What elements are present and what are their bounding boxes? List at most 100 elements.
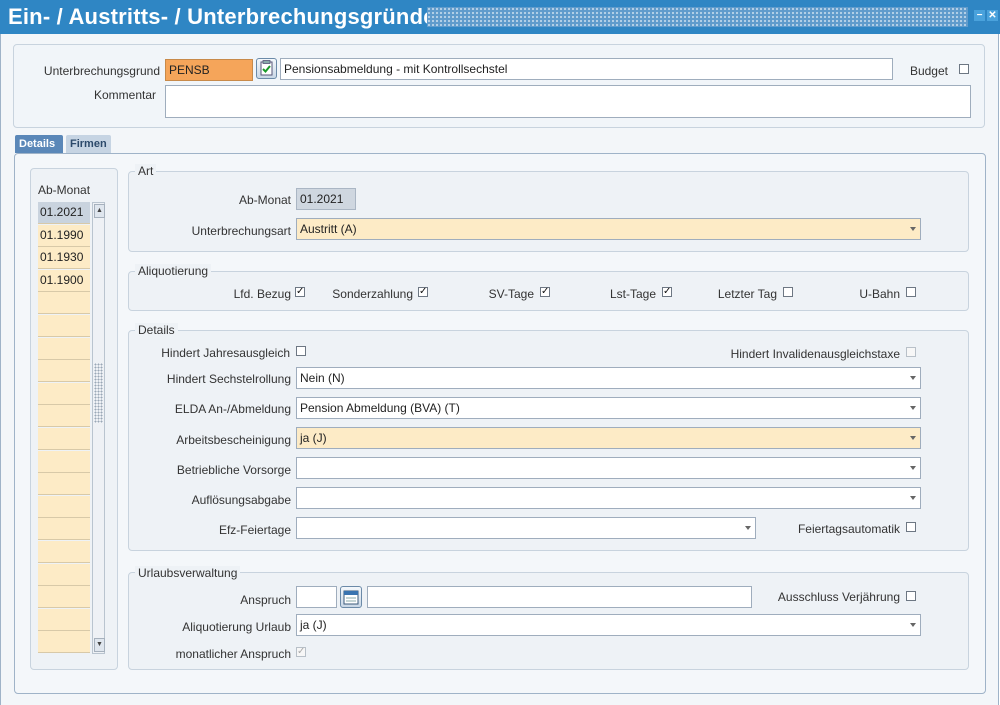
list-item[interactable] — [38, 292, 90, 315]
budget-checkbox[interactable] — [959, 64, 969, 74]
ab-monat-list-header: Ab-Monat — [38, 183, 91, 197]
list-item[interactable]: 01.1900 — [38, 269, 90, 292]
lst-tage-checkbox[interactable]: ✓ — [662, 287, 672, 297]
lfd-bezug-label: Lfd. Bezug — [233, 287, 291, 301]
urlaub-group-title: Urlaubsverwaltung — [135, 566, 241, 580]
list-item[interactable] — [38, 495, 90, 518]
aliquotierung-urlaub-select[interactable]: ja (J) — [296, 614, 921, 636]
unterbrechungsgrund-label: Unterbrechungsgrund — [43, 64, 160, 78]
list-item[interactable] — [38, 631, 90, 654]
list-item[interactable] — [38, 315, 90, 337]
aliquotierung-group-title: Aliquotierung — [135, 264, 212, 278]
unterbrechungsart-value: Austritt (A) — [300, 222, 357, 236]
efz-feiertage-label: Efz-Feiertage — [218, 523, 291, 537]
aufloesungsabgabe-label: Auflösungsabgabe — [191, 493, 291, 507]
aliquotierung-urlaub-label: Aliquotierung Urlaub — [182, 620, 291, 634]
list-item[interactable] — [38, 608, 90, 631]
sv-tage-checkbox[interactable]: ✓ — [540, 287, 550, 297]
chevron-down-icon[interactable] — [910, 623, 916, 627]
unterbrechungsgrund-text-field[interactable]: Pensionsabmeldung - mit Kontrollsechstel — [280, 58, 893, 80]
list-item[interactable] — [38, 337, 90, 360]
calendar-icon — [343, 590, 359, 605]
list-item[interactable]: 01.1930 — [38, 247, 90, 270]
scroll-up-icon[interactable]: ▲ — [94, 204, 105, 218]
sonderzahlung-label: Sonderzahlung — [332, 287, 413, 301]
elda-select[interactable]: Pension Abmeldung (BVA) (T) — [296, 397, 921, 419]
feiertagsautomatik-checkbox[interactable] — [906, 522, 916, 532]
anspruch-label: Anspruch — [240, 593, 291, 607]
hindert-sechstelrollung-value: Nein (N) — [300, 371, 345, 385]
budget-label: Budget — [909, 64, 948, 78]
monatlicher-anspruch-label: monatlicher Anspruch — [175, 647, 291, 661]
arbeitsbescheinigung-select[interactable]: ja (J) — [296, 427, 921, 449]
tab-details[interactable]: Details — [15, 135, 63, 153]
lfd-bezug-checkbox[interactable]: ✓ — [295, 287, 305, 297]
chevron-down-icon[interactable] — [910, 496, 916, 500]
list-item[interactable] — [38, 473, 90, 496]
details-group-title: Details — [135, 323, 178, 337]
arbeitsbescheinigung-value: ja (J) — [300, 431, 327, 445]
chevron-down-icon[interactable] — [910, 227, 916, 231]
minimize-button[interactable]: − — [974, 10, 985, 21]
ausschluss-verjaehrung-label: Ausschluss Verjährung — [777, 590, 900, 604]
window-title: Ein- / Austritts- / Unterbrechungsgründe — [8, 4, 436, 29]
chevron-down-icon[interactable] — [910, 406, 916, 410]
hindert-sechstelrollung-select[interactable]: Nein (N) — [296, 367, 921, 389]
hindert-jahresausgleich-checkbox[interactable] — [296, 346, 306, 356]
hindert-invalidenausgleichstaxe-label: Hindert Invalidenausgleichstaxe — [730, 347, 900, 361]
art-ab-monat-label: Ab-Monat — [238, 193, 291, 207]
hindert-jahresausgleich-label: Hindert Jahresausgleich — [161, 346, 290, 360]
list-item[interactable] — [38, 428, 90, 450]
chevron-down-icon[interactable] — [910, 436, 916, 440]
sonderzahlung-checkbox[interactable]: ✓ — [418, 287, 428, 297]
close-button[interactable]: ✕ — [987, 10, 998, 21]
letzter-tag-checkbox[interactable] — [783, 287, 793, 297]
letzter-tag-label: Letzter Tag — [717, 287, 777, 301]
feiertagsautomatik-label: Feiertagsautomatik — [797, 522, 900, 536]
ausschluss-verjaehrung-checkbox[interactable] — [906, 591, 916, 601]
title-bar: Ein- / Austritts- / Unterbrechungsgründe… — [0, 0, 1000, 34]
chevron-down-icon[interactable] — [910, 376, 916, 380]
anspruch-field[interactable] — [296, 586, 337, 608]
list-item[interactable] — [38, 586, 90, 609]
kommentar-field[interactable] — [165, 85, 971, 118]
betriebliche-vorsorge-select[interactable] — [296, 457, 921, 479]
aliquotierung-urlaub-value: ja (J) — [300, 618, 327, 632]
list-scrollbar[interactable]: ▲ ▼ — [92, 202, 105, 654]
list-item[interactable] — [38, 541, 90, 563]
list-item[interactable] — [38, 563, 90, 586]
u-bahn-checkbox[interactable] — [906, 287, 916, 297]
list-item[interactable] — [38, 405, 90, 428]
u-bahn-label: U-Bahn — [859, 287, 900, 301]
efz-feiertage-select[interactable] — [296, 517, 756, 539]
unterbrechungsart-select[interactable]: Austritt (A) — [296, 218, 921, 240]
calendar-button[interactable] — [340, 586, 362, 608]
close-icon: ✕ — [988, 10, 997, 21]
list-item[interactable] — [38, 360, 90, 383]
list-item[interactable]: 01.2021 — [38, 202, 90, 224]
kommentar-label: Kommentar — [93, 88, 156, 102]
chevron-down-icon[interactable] — [910, 466, 916, 470]
chevron-down-icon[interactable] — [745, 526, 751, 530]
arbeitsbescheinigung-label: Arbeitsbescheinigung — [176, 433, 291, 447]
scroll-thumb[interactable] — [94, 363, 103, 423]
list-item[interactable]: 01.1990 — [38, 224, 90, 247]
unterbrechungsgrund-code-field[interactable]: PENSB — [165, 59, 253, 81]
hindert-invalidenausgleichstaxe-checkbox[interactable] — [906, 347, 916, 357]
scroll-down-icon[interactable]: ▼ — [94, 638, 105, 652]
list-item[interactable] — [38, 518, 90, 541]
list-item[interactable] — [38, 450, 90, 473]
aufloesungsabgabe-select[interactable] — [296, 487, 921, 509]
sv-tage-label: SV-Tage — [488, 287, 534, 301]
anspruch-text-field[interactable] — [367, 586, 752, 608]
list-item[interactable] — [38, 382, 90, 405]
monatlicher-anspruch-checkbox[interactable]: ✓ — [296, 647, 306, 657]
betriebliche-vorsorge-label: Betriebliche Vorsorge — [176, 463, 291, 477]
unterbrechungsart-label: Unterbrechungsart — [191, 224, 291, 238]
elda-label: ELDA An-/Abmeldung — [174, 402, 291, 416]
minimize-icon: − — [976, 10, 983, 21]
art-group-title: Art — [135, 164, 157, 178]
elda-value: Pension Abmeldung (BVA) (T) — [300, 401, 460, 415]
tab-firmen[interactable]: Firmen — [66, 135, 111, 153]
lookup-button[interactable] — [256, 58, 277, 79]
